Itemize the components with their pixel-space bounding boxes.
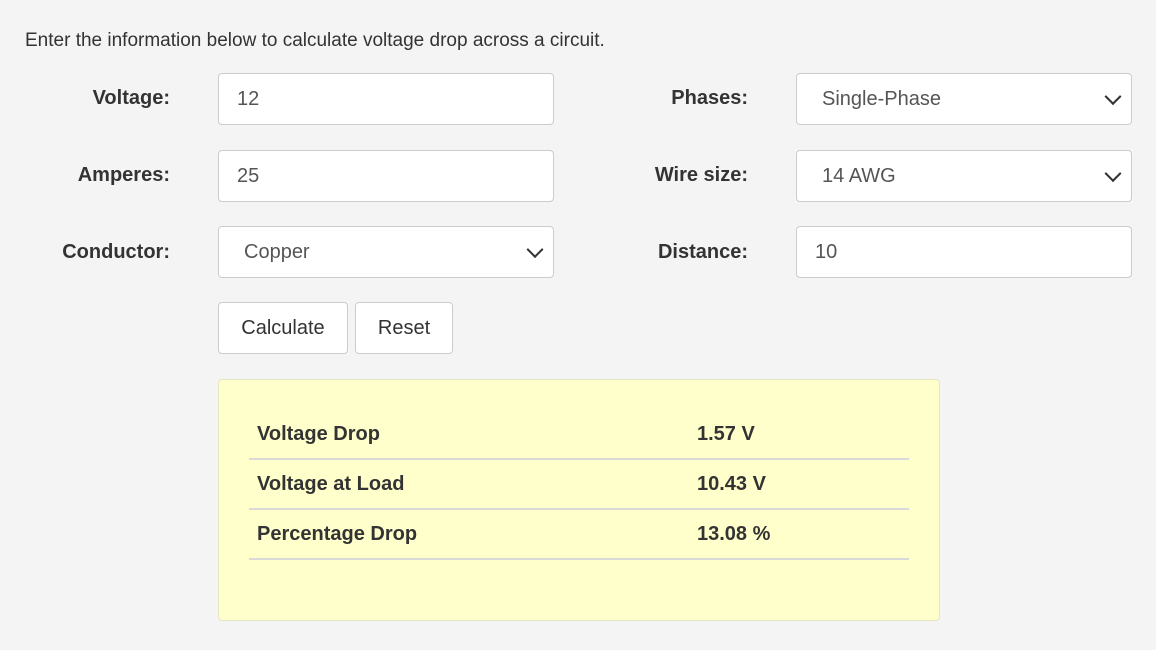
- result-value: 1.57 V: [689, 410, 909, 460]
- result-value: 13.08 %: [689, 509, 909, 560]
- table-row: Voltage at Load 10.43 V: [249, 459, 909, 510]
- wire-size-label: Wire size:: [654, 164, 748, 186]
- result-value: 10.43 V: [689, 459, 909, 510]
- intro-text: Enter the information below to calculate…: [25, 30, 605, 51]
- wire-size-selected-value: 14 AWG: [822, 164, 896, 187]
- table-row: Voltage Drop 1.57 V: [249, 410, 909, 460]
- result-label: Voltage Drop: [249, 410, 689, 460]
- conductor-selected-value: Copper: [244, 240, 310, 263]
- amperes-label: Amperes:: [77, 164, 170, 186]
- result-label: Percentage Drop: [249, 509, 689, 560]
- voltage-drop-calculator: Enter the information below to calculate…: [0, 0, 1156, 650]
- phases-label: Phases:: [671, 87, 748, 109]
- results-table: Voltage Drop 1.57 V Voltage at Load 10.4…: [249, 410, 909, 560]
- voltage-label: Voltage:: [92, 87, 170, 109]
- chevron-down-icon: [526, 241, 544, 259]
- voltage-input[interactable]: [218, 73, 554, 125]
- results-panel: Voltage Drop 1.57 V Voltage at Load 10.4…: [218, 379, 940, 621]
- calculate-button[interactable]: Calculate: [218, 302, 348, 354]
- amperes-input[interactable]: [218, 150, 554, 202]
- distance-label: Distance:: [657, 241, 748, 263]
- phases-select[interactable]: Single-Phase: [796, 73, 1132, 125]
- distance-input[interactable]: [796, 226, 1132, 278]
- table-row: Percentage Drop 13.08 %: [249, 509, 909, 560]
- reset-button[interactable]: Reset: [355, 302, 453, 354]
- conductor-select[interactable]: Copper: [218, 226, 554, 278]
- phases-selected-value: Single-Phase: [822, 87, 941, 110]
- wire-size-select[interactable]: 14 AWG: [796, 150, 1132, 202]
- chevron-down-icon: [1104, 165, 1122, 183]
- chevron-down-icon: [1104, 88, 1122, 106]
- result-label: Voltage at Load: [249, 459, 689, 510]
- conductor-label: Conductor:: [62, 241, 170, 263]
